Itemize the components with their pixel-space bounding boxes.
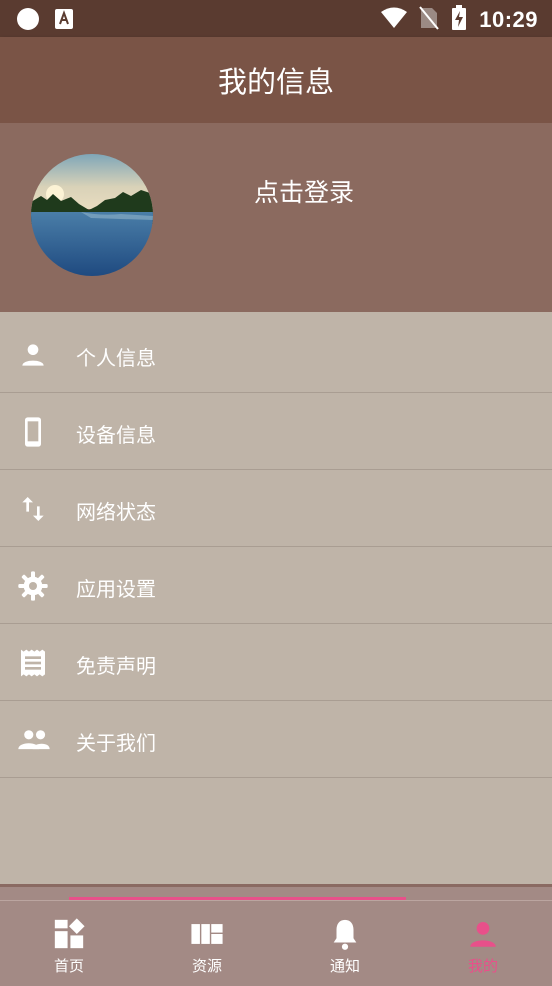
tab-notifications[interactable]: 通知	[276, 917, 414, 981]
swap-vert-icon	[17, 493, 49, 525]
bottom-navigation: 首页 资源 通知 我的	[0, 884, 552, 986]
dashboard-icon	[52, 917, 86, 951]
avatar[interactable]	[31, 154, 153, 276]
tab-label: 通知	[329, 957, 360, 975]
status-bar: 10:29	[0, 0, 552, 37]
receipt-icon	[17, 647, 49, 679]
nav-divider	[0, 900, 552, 901]
status-time: 10:29	[479, 7, 538, 32]
no-sim-icon	[419, 6, 439, 34]
profile-header[interactable]: 点击登录	[0, 123, 552, 312]
menu-item-personal-info[interactable]: 个人信息	[0, 316, 552, 393]
login-link[interactable]: 点击登录	[254, 173, 354, 209]
menu-item-device-info[interactable]: 设备信息	[0, 393, 552, 470]
tab-label: 我的	[467, 957, 498, 975]
people-icon	[17, 724, 50, 756]
circle-notification-icon	[16, 7, 40, 35]
menu-item-disclaimer[interactable]: 免责声明	[0, 624, 552, 701]
menu-item-label: 关于我们	[76, 731, 156, 755]
bell-icon	[328, 917, 362, 951]
menu-item-network-status[interactable]: 网络状态	[0, 470, 552, 547]
smartphone-icon	[17, 416, 49, 448]
menu-item-label: 应用设置	[76, 577, 156, 601]
menu-item-label: 设备信息	[76, 423, 156, 447]
tab-indicator	[69, 897, 406, 900]
person-icon	[466, 917, 500, 951]
gear-icon	[17, 570, 49, 602]
app-bar: 我的信息	[0, 37, 552, 123]
tab-label: 资源	[191, 957, 222, 975]
app-notification-icon	[54, 8, 74, 34]
menu-item-app-settings[interactable]: 应用设置	[0, 547, 552, 624]
settings-menu: 个人信息 设备信息 网络状态 应用设置 免责声明 关于我们	[0, 316, 552, 778]
tab-resources[interactable]: 资源	[138, 917, 276, 981]
person-icon	[17, 339, 49, 371]
tab-label: 首页	[53, 957, 84, 975]
quilt-icon	[190, 917, 224, 951]
page-title: 我的信息	[217, 65, 334, 99]
battery-charging-icon	[451, 5, 467, 35]
tab-home[interactable]: 首页	[0, 917, 138, 981]
wifi-icon	[381, 7, 408, 33]
menu-item-about-us[interactable]: 关于我们	[0, 701, 552, 778]
menu-item-label: 网络状态	[76, 500, 156, 524]
menu-item-label: 免责声明	[76, 654, 156, 678]
tab-mine[interactable]: 我的	[414, 917, 552, 981]
menu-item-label: 个人信息	[76, 346, 156, 370]
